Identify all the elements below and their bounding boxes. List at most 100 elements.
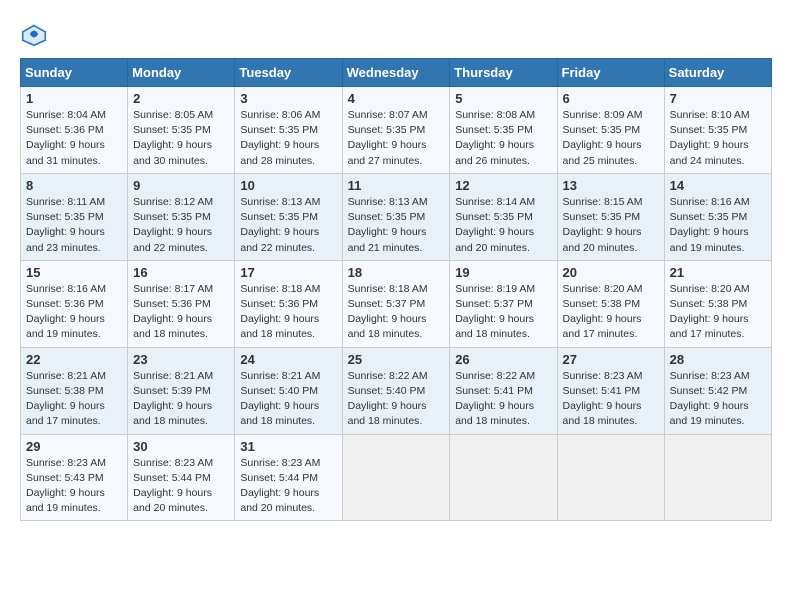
daylight: Daylight: 9 hours and 26 minutes. <box>455 139 534 166</box>
daylight: Daylight: 9 hours and 18 minutes. <box>348 313 427 340</box>
sunset: Sunset: 5:38 PM <box>26 385 104 397</box>
day-number: 23 <box>133 352 229 367</box>
day-number: 31 <box>240 439 336 454</box>
day-number: 6 <box>563 91 659 106</box>
day-cell: 23 Sunrise: 8:21 AM Sunset: 5:39 PM Dayl… <box>128 347 235 434</box>
sunrise: Sunrise: 8:21 AM <box>26 370 106 382</box>
day-cell: 27 Sunrise: 8:23 AM Sunset: 5:41 PM Dayl… <box>557 347 664 434</box>
sunset: Sunset: 5:35 PM <box>348 211 426 223</box>
sunset: Sunset: 5:40 PM <box>348 385 426 397</box>
day-number: 30 <box>133 439 229 454</box>
day-cell: 6 Sunrise: 8:09 AM Sunset: 5:35 PM Dayli… <box>557 87 664 174</box>
day-number: 20 <box>563 265 659 280</box>
day-number: 18 <box>348 265 445 280</box>
day-info: Sunrise: 8:23 AM Sunset: 5:43 PM Dayligh… <box>26 456 122 517</box>
daylight: Daylight: 9 hours and 20 minutes. <box>455 226 534 253</box>
day-number: 10 <box>240 178 336 193</box>
sunset: Sunset: 5:43 PM <box>26 472 104 484</box>
sunrise: Sunrise: 8:22 AM <box>348 370 428 382</box>
day-cell: 30 Sunrise: 8:23 AM Sunset: 5:44 PM Dayl… <box>128 434 235 521</box>
day-info: Sunrise: 8:20 AM Sunset: 5:38 PM Dayligh… <box>563 282 659 343</box>
day-cell <box>342 434 450 521</box>
daylight: Daylight: 9 hours and 18 minutes. <box>240 313 319 340</box>
sunset: Sunset: 5:35 PM <box>133 124 211 136</box>
daylight: Daylight: 9 hours and 18 minutes. <box>455 400 534 427</box>
day-info: Sunrise: 8:20 AM Sunset: 5:38 PM Dayligh… <box>670 282 766 343</box>
sunrise: Sunrise: 8:17 AM <box>133 283 213 295</box>
day-cell: 1 Sunrise: 8:04 AM Sunset: 5:36 PM Dayli… <box>21 87 128 174</box>
sunrise: Sunrise: 8:15 AM <box>563 196 643 208</box>
daylight: Daylight: 9 hours and 18 minutes. <box>455 313 534 340</box>
day-cell <box>664 434 771 521</box>
day-cell: 18 Sunrise: 8:18 AM Sunset: 5:37 PM Dayl… <box>342 260 450 347</box>
sunrise: Sunrise: 8:20 AM <box>670 283 750 295</box>
day-cell: 25 Sunrise: 8:22 AM Sunset: 5:40 PM Dayl… <box>342 347 450 434</box>
sunset: Sunset: 5:35 PM <box>670 124 748 136</box>
week-row-2: 8 Sunrise: 8:11 AM Sunset: 5:35 PM Dayli… <box>21 173 772 260</box>
sunrise: Sunrise: 8:22 AM <box>455 370 535 382</box>
day-cell: 12 Sunrise: 8:14 AM Sunset: 5:35 PM Dayl… <box>450 173 557 260</box>
day-number: 3 <box>240 91 336 106</box>
sunset: Sunset: 5:35 PM <box>563 124 641 136</box>
day-number: 1 <box>26 91 122 106</box>
day-info: Sunrise: 8:21 AM Sunset: 5:40 PM Dayligh… <box>240 369 336 430</box>
day-number: 4 <box>348 91 445 106</box>
col-header-friday: Friday <box>557 59 664 87</box>
day-info: Sunrise: 8:05 AM Sunset: 5:35 PM Dayligh… <box>133 108 229 169</box>
daylight: Daylight: 9 hours and 21 minutes. <box>348 226 427 253</box>
sunrise: Sunrise: 8:10 AM <box>670 109 750 121</box>
sunset: Sunset: 5:39 PM <box>133 385 211 397</box>
col-header-thursday: Thursday <box>450 59 557 87</box>
day-number: 27 <box>563 352 659 367</box>
day-info: Sunrise: 8:13 AM Sunset: 5:35 PM Dayligh… <box>348 195 445 256</box>
day-info: Sunrise: 8:16 AM Sunset: 5:36 PM Dayligh… <box>26 282 122 343</box>
day-info: Sunrise: 8:21 AM Sunset: 5:38 PM Dayligh… <box>26 369 122 430</box>
day-cell: 21 Sunrise: 8:20 AM Sunset: 5:38 PM Dayl… <box>664 260 771 347</box>
day-number: 21 <box>670 265 766 280</box>
day-cell: 5 Sunrise: 8:08 AM Sunset: 5:35 PM Dayli… <box>450 87 557 174</box>
sunrise: Sunrise: 8:23 AM <box>563 370 643 382</box>
daylight: Daylight: 9 hours and 18 minutes. <box>240 400 319 427</box>
sunset: Sunset: 5:35 PM <box>133 211 211 223</box>
col-header-sunday: Sunday <box>21 59 128 87</box>
day-info: Sunrise: 8:17 AM Sunset: 5:36 PM Dayligh… <box>133 282 229 343</box>
day-info: Sunrise: 8:11 AM Sunset: 5:35 PM Dayligh… <box>26 195 122 256</box>
sunrise: Sunrise: 8:13 AM <box>348 196 428 208</box>
daylight: Daylight: 9 hours and 20 minutes. <box>563 226 642 253</box>
day-cell: 16 Sunrise: 8:17 AM Sunset: 5:36 PM Dayl… <box>128 260 235 347</box>
daylight: Daylight: 9 hours and 18 minutes. <box>133 313 212 340</box>
day-info: Sunrise: 8:06 AM Sunset: 5:35 PM Dayligh… <box>240 108 336 169</box>
day-info: Sunrise: 8:23 AM Sunset: 5:44 PM Dayligh… <box>240 456 336 517</box>
sunrise: Sunrise: 8:14 AM <box>455 196 535 208</box>
col-header-tuesday: Tuesday <box>235 59 342 87</box>
day-number: 5 <box>455 91 551 106</box>
daylight: Daylight: 9 hours and 17 minutes. <box>670 313 749 340</box>
day-cell: 22 Sunrise: 8:21 AM Sunset: 5:38 PM Dayl… <box>21 347 128 434</box>
sunset: Sunset: 5:36 PM <box>240 298 318 310</box>
sunrise: Sunrise: 8:21 AM <box>133 370 213 382</box>
daylight: Daylight: 9 hours and 23 minutes. <box>26 226 105 253</box>
sunset: Sunset: 5:37 PM <box>348 298 426 310</box>
sunrise: Sunrise: 8:13 AM <box>240 196 320 208</box>
sunrise: Sunrise: 8:23 AM <box>26 457 106 469</box>
day-cell: 8 Sunrise: 8:11 AM Sunset: 5:35 PM Dayli… <box>21 173 128 260</box>
day-number: 22 <box>26 352 122 367</box>
day-number: 28 <box>670 352 766 367</box>
day-info: Sunrise: 8:07 AM Sunset: 5:35 PM Dayligh… <box>348 108 445 169</box>
calendar-header-row: SundayMondayTuesdayWednesdayThursdayFrid… <box>21 59 772 87</box>
sunset: Sunset: 5:35 PM <box>26 211 104 223</box>
day-info: Sunrise: 8:08 AM Sunset: 5:35 PM Dayligh… <box>455 108 551 169</box>
sunrise: Sunrise: 8:23 AM <box>133 457 213 469</box>
day-cell: 31 Sunrise: 8:23 AM Sunset: 5:44 PM Dayl… <box>235 434 342 521</box>
day-number: 17 <box>240 265 336 280</box>
day-info: Sunrise: 8:14 AM Sunset: 5:35 PM Dayligh… <box>455 195 551 256</box>
sunrise: Sunrise: 8:19 AM <box>455 283 535 295</box>
sunrise: Sunrise: 8:16 AM <box>670 196 750 208</box>
day-info: Sunrise: 8:04 AM Sunset: 5:36 PM Dayligh… <box>26 108 122 169</box>
sunset: Sunset: 5:35 PM <box>240 211 318 223</box>
day-number: 9 <box>133 178 229 193</box>
daylight: Daylight: 9 hours and 25 minutes. <box>563 139 642 166</box>
day-cell <box>557 434 664 521</box>
sunset: Sunset: 5:38 PM <box>670 298 748 310</box>
calendar-table: SundayMondayTuesdayWednesdayThursdayFrid… <box>20 58 772 521</box>
